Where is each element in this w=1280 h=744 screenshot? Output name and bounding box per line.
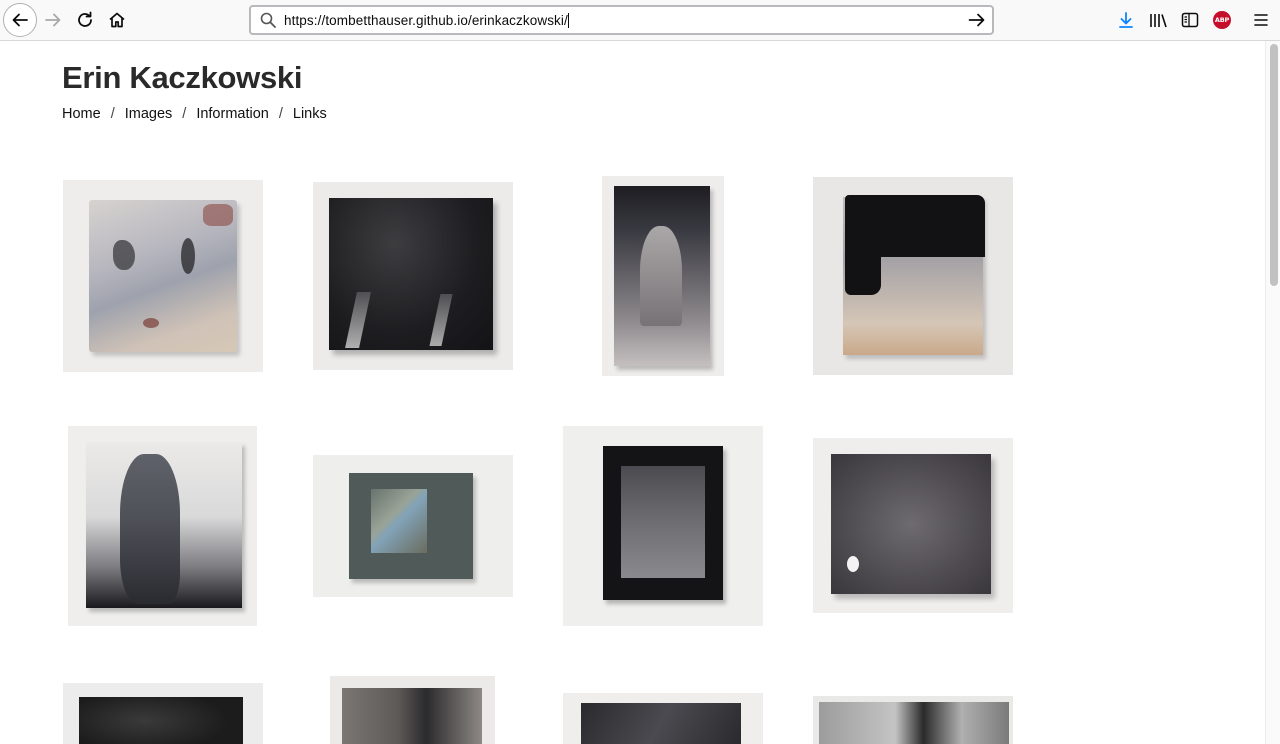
adblock-badge: ABP [1213, 11, 1231, 29]
artwork-thumbnail[interactable] [313, 455, 513, 597]
home-icon [109, 12, 125, 28]
search-icon [258, 10, 278, 30]
forward-button[interactable] [37, 4, 69, 36]
reload-icon [78, 11, 92, 27]
artwork-thumbnail[interactable] [68, 426, 257, 626]
adblock-icon[interactable]: ABP [1210, 8, 1234, 32]
nav-separator: / [278, 106, 283, 122]
home-button[interactable] [101, 4, 133, 36]
reload-button[interactable] [69, 4, 101, 36]
text-cursor [567, 12, 569, 28]
download-icon[interactable] [1114, 8, 1138, 32]
site-nav: Home / Images / Information / Links [62, 106, 327, 122]
page-title: Erin Kaczkowski [62, 60, 303, 95]
menu-icon[interactable] [1249, 8, 1273, 32]
back-button[interactable] [3, 3, 37, 37]
artwork-thumbnail[interactable] [813, 177, 1013, 375]
page-scrollbar[interactable] [1265, 41, 1280, 744]
browser-toolbar: https://tombetthauser.github.io/erinkacz… [0, 0, 1280, 41]
artwork-thumbnail[interactable] [813, 696, 1013, 744]
nav-link-images[interactable]: Images [125, 106, 173, 122]
artwork-thumbnail[interactable] [602, 176, 724, 376]
nav-link-links[interactable]: Links [293, 106, 327, 122]
artwork-thumbnail[interactable] [330, 676, 495, 744]
go-arrow-icon[interactable] [966, 10, 988, 30]
artwork-thumbnail[interactable] [63, 180, 263, 372]
library-icon[interactable] [1146, 8, 1170, 32]
url-text[interactable]: https://tombetthauser.github.io/erinkacz… [284, 12, 569, 28]
artwork-thumbnail[interactable] [563, 693, 763, 744]
nav-link-information[interactable]: Information [196, 106, 269, 122]
artwork-thumbnail[interactable] [813, 438, 1013, 613]
nav-separator: / [110, 106, 115, 122]
nav-separator: / [182, 106, 187, 122]
scrollbar-thumb[interactable] [1270, 44, 1278, 286]
forward-icon [45, 13, 61, 27]
artwork-thumbnail[interactable] [563, 426, 763, 626]
artwork-thumbnail[interactable] [313, 182, 513, 370]
nav-link-home[interactable]: Home [62, 106, 101, 122]
artwork-thumbnail[interactable] [63, 683, 263, 744]
address-bar[interactable]: https://tombetthauser.github.io/erinkacz… [249, 5, 994, 35]
sidebar-icon[interactable] [1178, 8, 1202, 32]
back-icon [12, 13, 28, 27]
